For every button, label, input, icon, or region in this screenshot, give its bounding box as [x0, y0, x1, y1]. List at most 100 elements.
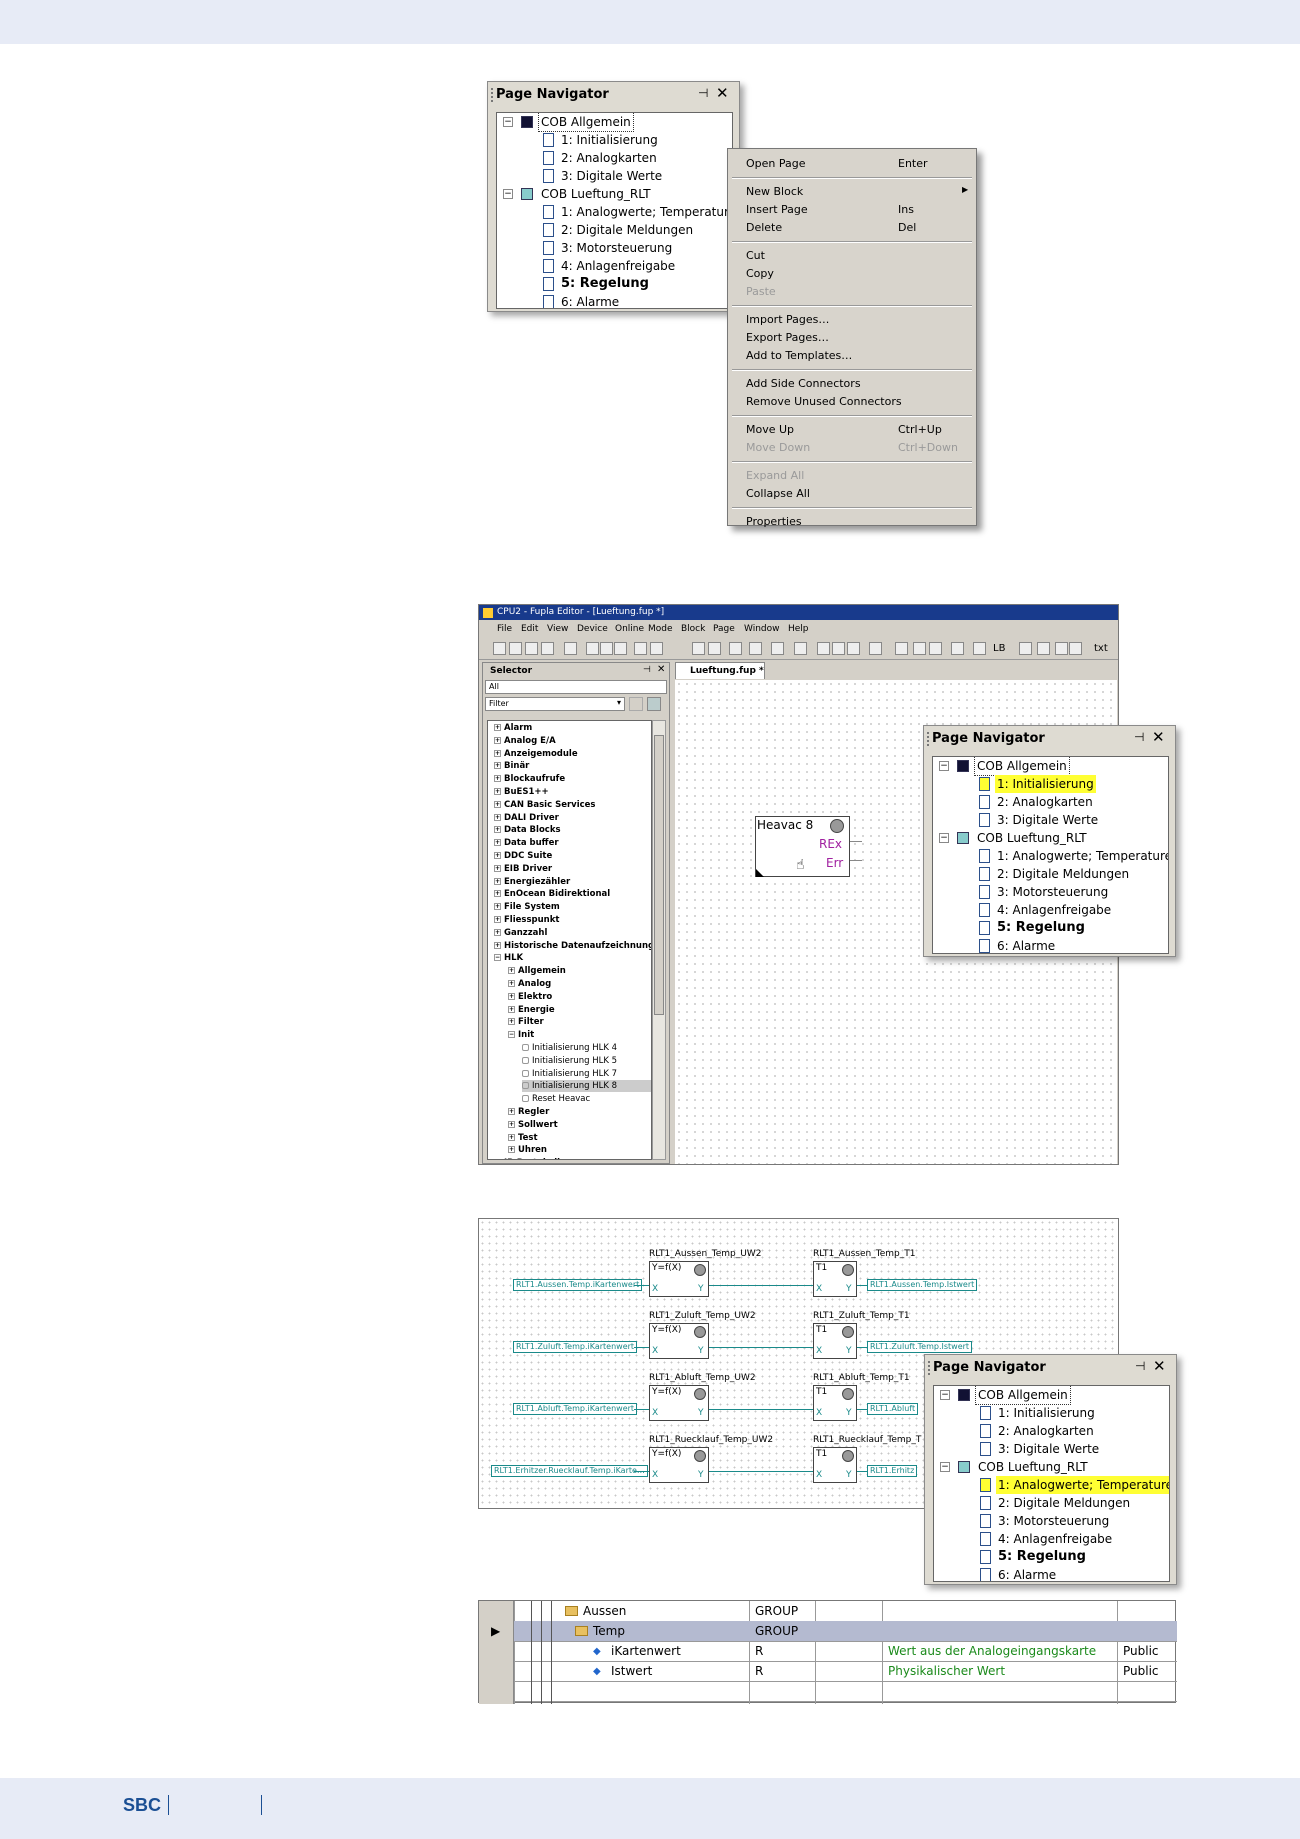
tree-group-1[interactable]: − COB Allgemein [933, 757, 1168, 776]
close-icon[interactable]: ✕ [657, 664, 665, 675]
filter-fbox[interactable]: T1 X Y [813, 1385, 857, 1421]
tree-page-item[interactable]: 3: Digitale Werte [497, 167, 732, 185]
selector-item[interactable]: + EnOcean Bidirektional [494, 888, 610, 900]
selector-item[interactable]: + DDC Suite [494, 850, 552, 862]
tree-page-item[interactable]: 3: Digitale Werte [933, 811, 1168, 829]
tree-page-item[interactable]: 2: Digitale Meldungen [934, 1494, 1169, 1512]
tree-page-item[interactable]: 1: Analogwerte; Temperaturen [934, 1476, 1169, 1494]
selector-fbox-item[interactable]: Initialisierung HLK 4 [522, 1042, 617, 1054]
transfer-fbox[interactable]: Y=f(X) X Y [649, 1385, 709, 1421]
pin-icon[interactable]: ⊣ [698, 86, 708, 100]
selector-subitem[interactable]: + Sollwert [508, 1119, 558, 1131]
close-icon[interactable]: ✕ [716, 84, 729, 102]
selector-subitem[interactable]: + Test [508, 1132, 538, 1144]
selector-subitem[interactable]: + Filter [508, 1016, 544, 1028]
tree-page-item[interactable]: 1: Initialisierung [934, 1404, 1169, 1422]
transfer-fbox[interactable]: Y=f(X) X Y [649, 1323, 709, 1359]
filter-combo[interactable]: Filter ▾ [485, 697, 625, 711]
selector-item[interactable]: + Alarm [494, 722, 532, 734]
expand-icon[interactable]: + [494, 1159, 501, 1160]
selector-item[interactable]: + EIB Driver [494, 863, 552, 875]
filter-clear-icon[interactable] [629, 697, 643, 711]
selector-fbox-item[interactable]: Initialisierung HLK 5 [522, 1055, 617, 1067]
toolbar-button[interactable] [869, 642, 882, 655]
fbox-icon[interactable] [522, 1082, 529, 1090]
toolbar-button[interactable] [1069, 642, 1082, 655]
collapse-icon[interactable]: − [939, 761, 949, 771]
expand-icon[interactable]: + [508, 992, 515, 1000]
toolbar-button[interactable] [749, 642, 762, 655]
expand-icon[interactable]: + [494, 800, 501, 808]
scope-dropdown[interactable]: All [485, 680, 667, 694]
expand-icon[interactable]: + [508, 1108, 515, 1115]
toolbar-button[interactable] [600, 642, 613, 655]
toolbar-button[interactable] [817, 642, 830, 655]
tree-page-item[interactable]: 3: Digitale Werte [934, 1440, 1169, 1458]
tree-group-2[interactable]: − COB Lueftung_RLT [497, 185, 732, 203]
selector-fbox-item[interactable]: Reset Heavac [522, 1093, 590, 1105]
selector-item[interactable]: + Data Blocks [494, 824, 561, 836]
selector-item[interactable]: + CAN Basic Services [494, 799, 595, 811]
menu-device[interactable]: Device [577, 624, 608, 634]
filter-fbox[interactable]: T1 X Y [813, 1261, 857, 1297]
expand-icon[interactable]: + [494, 864, 501, 872]
selector-item[interactable]: + Ganzzahl [494, 927, 547, 939]
toolbar-button[interactable] [929, 642, 942, 655]
collapse-icon[interactable]: − [503, 189, 513, 199]
expand-icon[interactable]: + [494, 762, 501, 770]
tree-page-item[interactable]: 6: Alarme [933, 937, 1168, 953]
tree-page-item[interactable]: 2: Digitale Meldungen [497, 221, 732, 239]
selector-item[interactable]: + Energiezähler [494, 876, 570, 888]
menu-item-collapse-all[interactable]: Collapse All [746, 487, 810, 500]
grip-handle[interactable] [928, 1361, 930, 1375]
expand-icon[interactable]: + [508, 967, 515, 975]
grip-handle[interactable] [927, 732, 929, 746]
collapse-icon[interactable]: − [940, 1390, 950, 1400]
menu-window[interactable]: Window [744, 624, 780, 634]
tree-page-item[interactable]: 4: Anlagenfreigabe [497, 257, 732, 275]
selector-subitem[interactable]: + Regler [508, 1106, 549, 1118]
toolbar-button[interactable] [1055, 642, 1068, 655]
tree-page-item[interactable]: 3: Motorsteuerung [933, 883, 1168, 901]
selector-subitem[interactable]: − Init [508, 1029, 534, 1041]
toolbar-button[interactable] [708, 642, 721, 655]
pin-icon[interactable]: ⊣ [1134, 730, 1144, 744]
heavac-fbox[interactable]: Heavac 8 REx Err ☝ [755, 816, 850, 877]
close-icon[interactable]: ✕ [1153, 1357, 1166, 1375]
expand-icon[interactable]: + [508, 1018, 515, 1026]
toolbar-lb-button[interactable]: LB [993, 643, 1005, 654]
tree-page-item[interactable]: 2: Analogkarten [933, 793, 1168, 811]
selector-item[interactable]: + Historische Datenaufzeichnung [494, 940, 651, 952]
tree-group-1[interactable]: − COB Allgemein [497, 113, 732, 132]
collapse-icon[interactable]: − [939, 833, 949, 843]
selector-fbox-item[interactable]: Initialisierung HLK 7 [522, 1068, 617, 1080]
table-row[interactable]: Aussen GROUP [479, 1601, 1177, 1621]
fbox-icon[interactable] [522, 1056, 529, 1064]
expand-icon[interactable]: + [494, 736, 501, 744]
table-row[interactable]: Temp GROUP [479, 1621, 1177, 1641]
expand-icon[interactable]: + [494, 788, 501, 795]
toolbar-button[interactable] [973, 642, 986, 655]
chevron-down-icon[interactable]: ▾ [617, 698, 621, 707]
expand-icon[interactable]: + [508, 980, 515, 987]
tree-page-item[interactable]: 5: Regelung [934, 1548, 1169, 1566]
toolbar-button[interactable] [729, 642, 742, 655]
table-row[interactable]: ◆ Istwert R Physikalischer Wert Public [479, 1661, 1177, 1681]
expand-icon[interactable]: + [494, 916, 501, 923]
toolbar-button[interactable] [634, 642, 647, 655]
close-icon[interactable]: ✕ [1152, 728, 1165, 746]
toolbar-button[interactable] [1019, 642, 1032, 655]
tree-group-2[interactable]: − COB Lueftung_RLT [933, 829, 1168, 847]
tree-page-item[interactable]: 1: Initialisierung [497, 131, 732, 149]
expand-icon[interactable]: + [494, 941, 501, 949]
collapse-icon[interactable]: − [940, 1462, 950, 1472]
selector-item[interactable]: +IP-Protokolle [494, 1157, 566, 1160]
menu-item-copy[interactable]: Copy [746, 267, 774, 280]
expand-icon[interactable]: + [494, 724, 501, 731]
toolbar-button[interactable] [509, 642, 522, 655]
selector-item[interactable]: − HLK [494, 952, 523, 964]
tree-page-item[interactable]: 3: Motorsteuerung [934, 1512, 1169, 1530]
transfer-fbox[interactable]: Y=f(X) X Y [649, 1447, 709, 1483]
tree-page-item[interactable]: 6: Alarme [934, 1566, 1169, 1581]
expand-icon[interactable]: + [494, 903, 501, 911]
